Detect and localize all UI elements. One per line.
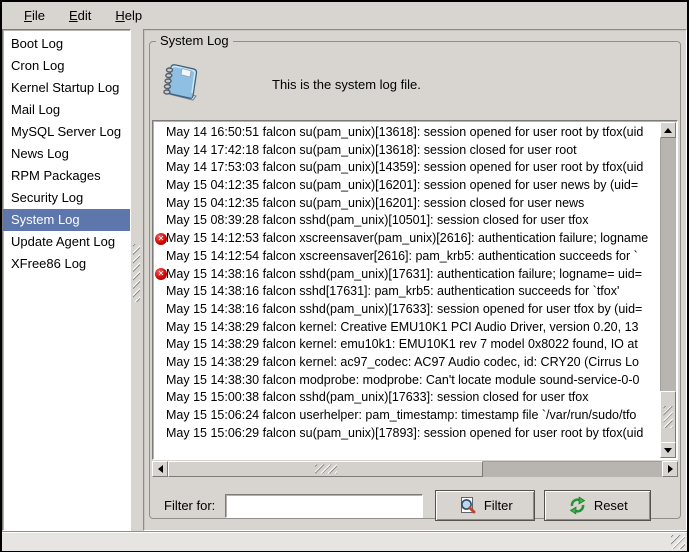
- sidebar-item-cron-log[interactable]: Cron Log: [3, 55, 130, 77]
- system-log-groupbox: System Log: [149, 41, 681, 519]
- sidebar-item-update-agent-log[interactable]: Update Agent Log: [3, 231, 130, 253]
- log-lines: May 14 16:50:51 falcon su(pam_unix)[1361…: [153, 121, 660, 459]
- log-line[interactable]: May 15 14:38:29 falcon kernel: emu10k1: …: [166, 336, 660, 354]
- filter-button-label: Filter: [484, 498, 513, 513]
- splitter-grip-icon: [133, 244, 140, 302]
- log-header: This is the system log file.: [152, 42, 678, 110]
- log-viewer-window: { "menu": { "items": [ {"label": "File"}…: [0, 0, 689, 552]
- log-line[interactable]: May 15 04:12:35 falcon su(pam_unix)[1620…: [166, 177, 660, 195]
- sidebar-item-system-log[interactable]: System Log: [3, 209, 130, 231]
- notebook-icon: [160, 60, 202, 108]
- sidebar-item-rpm-packages[interactable]: RPM Packages: [3, 165, 130, 187]
- log-line[interactable]: May 15 14:38:16 falcon sshd[17631]: pam_…: [166, 283, 660, 301]
- log-line[interactable]: May 15 14:38:30 falcon modprobe: modprob…: [166, 372, 660, 390]
- horizontal-scrollbar-thumb[interactable]: [168, 461, 483, 477]
- resize-grip[interactable]: [671, 535, 685, 549]
- menu-help[interactable]: Help: [103, 5, 154, 26]
- arrow-down-icon: [664, 448, 672, 457]
- groupbox-title: System Log: [156, 33, 233, 49]
- reset-button-label: Reset: [594, 498, 628, 513]
- scroll-left-button[interactable]: [152, 461, 168, 477]
- log-line[interactable]: May 15 14:38:16 falcon sshd(pam_unix)[17…: [166, 301, 660, 319]
- content-area: Boot Log Cron Log Kernel Startup Log Mai…: [2, 29, 687, 531]
- menu-file[interactable]: File: [12, 5, 57, 26]
- status-bar: [2, 531, 687, 551]
- main-panel: System Log: [143, 29, 687, 531]
- pane-splitter[interactable]: [131, 29, 143, 531]
- refresh-icon: [568, 496, 587, 515]
- log-line[interactable]: May 15 14:12:54 falcon xscreensaver[2616…: [166, 248, 660, 266]
- arrow-up-icon: [664, 124, 672, 133]
- log-type-list: Boot Log Cron Log Kernel Startup Log Mai…: [2, 29, 131, 531]
- log-line[interactable]: May 15 14:12:53 falcon xscreensaver(pam_…: [166, 230, 660, 248]
- log-line[interactable]: May 15 15:06:29 falcon su(pam_unix)[1789…: [166, 425, 660, 443]
- menu-edit[interactable]: Edit: [57, 5, 103, 26]
- scroll-up-button[interactable]: [660, 122, 676, 138]
- log-line[interactable]: May 15 14:38:16 falcon sshd(pam_unix)[17…: [166, 266, 660, 284]
- scroll-right-button[interactable]: [662, 461, 678, 477]
- filter-row: Filter for: Filter: [152, 477, 678, 521]
- log-line[interactable]: May 15 15:00:38 falcon sshd(pam_unix)[17…: [166, 389, 660, 407]
- sidebar-item-news-log[interactable]: News Log: [3, 143, 130, 165]
- error-icon: [155, 233, 167, 245]
- log-line[interactable]: May 15 14:38:29 falcon kernel: ac97_code…: [166, 354, 660, 372]
- search-document-icon: [458, 496, 477, 515]
- log-description: This is the system log file.: [272, 77, 421, 92]
- sidebar-item-mail-log[interactable]: Mail Log: [3, 99, 130, 121]
- log-line[interactable]: May 14 17:42:18 falcon su(pam_unix)[1361…: [166, 142, 660, 160]
- log-line[interactable]: May 15 04:12:35 falcon su(pam_unix)[1620…: [166, 195, 660, 213]
- arrow-left-icon: [154, 465, 163, 473]
- log-line[interactable]: May 14 17:53:03 falcon su(pam_unix)[1435…: [166, 159, 660, 177]
- vertical-scrollbar[interactable]: [660, 122, 676, 458]
- filter-input[interactable]: [225, 494, 423, 518]
- filter-button[interactable]: Filter: [435, 490, 535, 521]
- menu-bar: File Edit Help: [2, 2, 687, 29]
- sidebar-item-kernel-startup-log[interactable]: Kernel Startup Log: [3, 77, 130, 99]
- log-text-view[interactable]: May 14 16:50:51 falcon su(pam_unix)[1361…: [152, 120, 678, 460]
- arrow-right-icon: [668, 465, 677, 473]
- error-icon: [155, 268, 167, 280]
- log-line[interactable]: May 15 15:06:24 falcon userhelper: pam_t…: [166, 407, 660, 425]
- sidebar-item-security-log[interactable]: Security Log: [3, 187, 130, 209]
- log-line[interactable]: May 15 08:39:28 falcon sshd(pam_unix)[10…: [166, 212, 660, 230]
- sidebar-item-boot-log[interactable]: Boot Log: [3, 33, 130, 55]
- filter-label: Filter for:: [164, 498, 215, 513]
- horizontal-scrollbar[interactable]: [152, 461, 678, 477]
- log-line[interactable]: May 15 14:38:29 falcon kernel: Creative …: [166, 319, 660, 337]
- sidebar-item-mysql-server-log[interactable]: MySQL Server Log: [3, 121, 130, 143]
- scroll-down-button[interactable]: [660, 442, 676, 458]
- sidebar-item-xfree86-log[interactable]: XFree86 Log: [3, 253, 130, 275]
- log-line[interactable]: May 14 16:50:51 falcon su(pam_unix)[1361…: [166, 124, 660, 142]
- vertical-scrollbar-thumb[interactable]: [660, 391, 676, 443]
- reset-button[interactable]: Reset: [544, 490, 651, 521]
